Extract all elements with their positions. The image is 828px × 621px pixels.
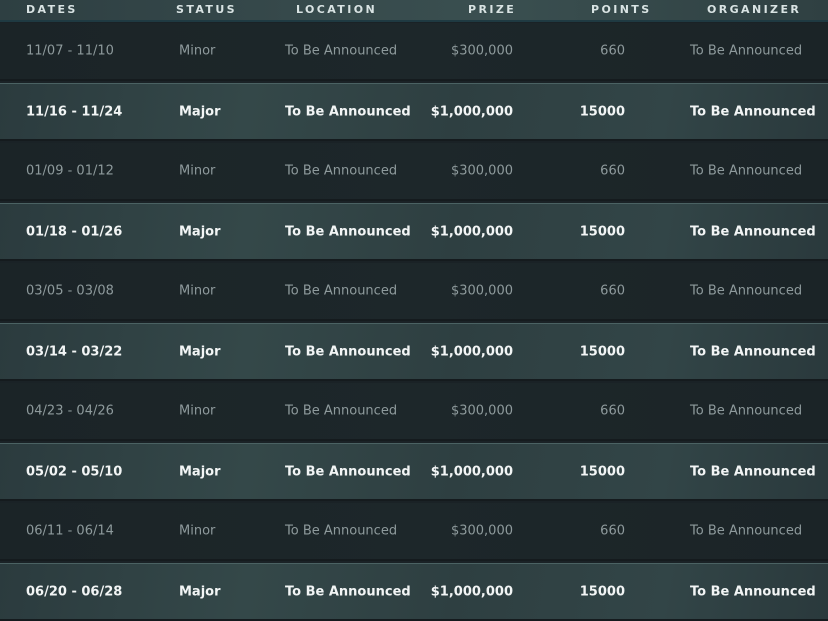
table-row[interactable]: 05/02 - 05/10 Major To Be Announced $1,000,…: [0, 443, 828, 501]
table-row[interactable]: 06/20 - 06/28 Major To Be Announced $1,000,…: [0, 563, 828, 621]
row-status: Major: [179, 464, 221, 479]
row-points: 660: [600, 523, 625, 539]
row-points: 660: [600, 403, 625, 419]
table-row[interactable]: 06/11 - 06/14 Minor To Be Announced $300,00…: [0, 503, 828, 561]
row-organizer: To Be Announced: [690, 344, 816, 359]
row-dates: 06/11 - 06/14: [26, 523, 114, 539]
row-status: Minor: [179, 163, 216, 179]
row-dates: 11/16 - 11/24: [26, 104, 123, 119]
header-dates[interactable]: DATES: [26, 3, 78, 16]
row-points: 15000: [579, 224, 625, 239]
row-organizer: To Be Announced: [690, 163, 803, 179]
row-dates: 03/14 - 03/22: [26, 344, 123, 359]
row-status: Major: [179, 584, 221, 599]
row-organizer: To Be Announced: [690, 584, 816, 599]
tournament-schedule-table: DATES STATUS LOCATION PRIZE POINTS ORGAN…: [0, 0, 828, 621]
row-prize: $1,000,000: [430, 344, 513, 359]
row-organizer: To Be Announced: [690, 43, 803, 59]
row-status: Major: [179, 104, 221, 119]
row-points: 15000: [579, 344, 625, 359]
header-points[interactable]: POINTS: [591, 3, 652, 16]
header-prize[interactable]: PRIZE: [468, 3, 516, 16]
row-location: To Be Announced: [285, 104, 411, 119]
row-location: To Be Announced: [285, 283, 398, 299]
table-row[interactable]: 04/23 - 04/26 Minor To Be Announced $300,00…: [0, 383, 828, 441]
row-status: Minor: [179, 523, 216, 539]
row-prize: $1,000,000: [430, 584, 513, 599]
row-points: 15000: [579, 464, 625, 479]
row-dates: 11/07 - 11/10: [26, 43, 114, 59]
row-points: 660: [600, 43, 625, 59]
row-points: 15000: [579, 584, 625, 599]
row-location: To Be Announced: [285, 344, 411, 359]
row-dates: 01/09 - 01/12: [26, 163, 114, 179]
row-organizer: To Be Announced: [690, 403, 803, 419]
header-location[interactable]: LOCATION: [296, 3, 377, 16]
row-location: To Be Announced: [285, 224, 411, 239]
row-prize: $300,000: [450, 163, 513, 179]
row-prize: $1,000,000: [430, 464, 513, 479]
row-location: To Be Announced: [285, 464, 411, 479]
row-location: To Be Announced: [285, 403, 398, 419]
row-prize: $1,000,000: [430, 104, 513, 119]
row-organizer: To Be Announced: [690, 224, 816, 239]
table-header: DATES STATUS LOCATION PRIZE POINTS ORGAN…: [0, 0, 828, 22]
row-dates: 05/02 - 05/10: [26, 464, 123, 479]
row-points: 660: [600, 283, 625, 299]
row-location: To Be Announced: [285, 584, 411, 599]
header-status[interactable]: STATUS: [176, 3, 237, 16]
row-organizer: To Be Announced: [690, 283, 803, 299]
row-prize: $300,000: [450, 403, 513, 419]
row-prize: $300,000: [450, 283, 513, 299]
row-status: Major: [179, 344, 221, 359]
row-dates: 04/23 - 04/26: [26, 403, 114, 419]
table-row[interactable]: 11/16 - 11/24 Major To Be Announced $1,000,…: [0, 83, 828, 141]
row-status: Major: [179, 224, 221, 239]
row-location: To Be Announced: [285, 163, 398, 179]
row-location: To Be Announced: [285, 43, 398, 59]
row-organizer: To Be Announced: [690, 523, 803, 539]
header-organizer[interactable]: ORGANIZER: [707, 3, 801, 16]
row-prize: $300,000: [450, 43, 513, 59]
row-dates: 01/18 - 01/26: [26, 224, 123, 239]
row-prize: $300,000: [450, 523, 513, 539]
table-row[interactable]: 01/18 - 01/26 Major To Be Announced $1,000,…: [0, 203, 828, 261]
row-status: Minor: [179, 43, 216, 59]
row-location: To Be Announced: [285, 523, 398, 539]
table-row[interactable]: 03/14 - 03/22 Major To Be Announced $1,000,…: [0, 323, 828, 381]
row-dates: 03/05 - 03/08: [26, 283, 114, 299]
row-organizer: To Be Announced: [690, 104, 816, 119]
row-prize: $1,000,000: [430, 224, 513, 239]
row-status: Minor: [179, 403, 216, 419]
table-row[interactable]: 11/07 - 11/10 Minor To Be Announced $300,00…: [0, 23, 828, 81]
row-points: 660: [600, 163, 625, 179]
row-points: 15000: [579, 104, 625, 119]
row-status: Minor: [179, 283, 216, 299]
row-dates: 06/20 - 06/28: [26, 584, 123, 599]
table-row[interactable]: 03/05 - 03/08 Minor To Be Announced $300,00…: [0, 263, 828, 321]
table-row[interactable]: 01/09 - 01/12 Minor To Be Announced $300,00…: [0, 143, 828, 201]
row-organizer: To Be Announced: [690, 464, 816, 479]
